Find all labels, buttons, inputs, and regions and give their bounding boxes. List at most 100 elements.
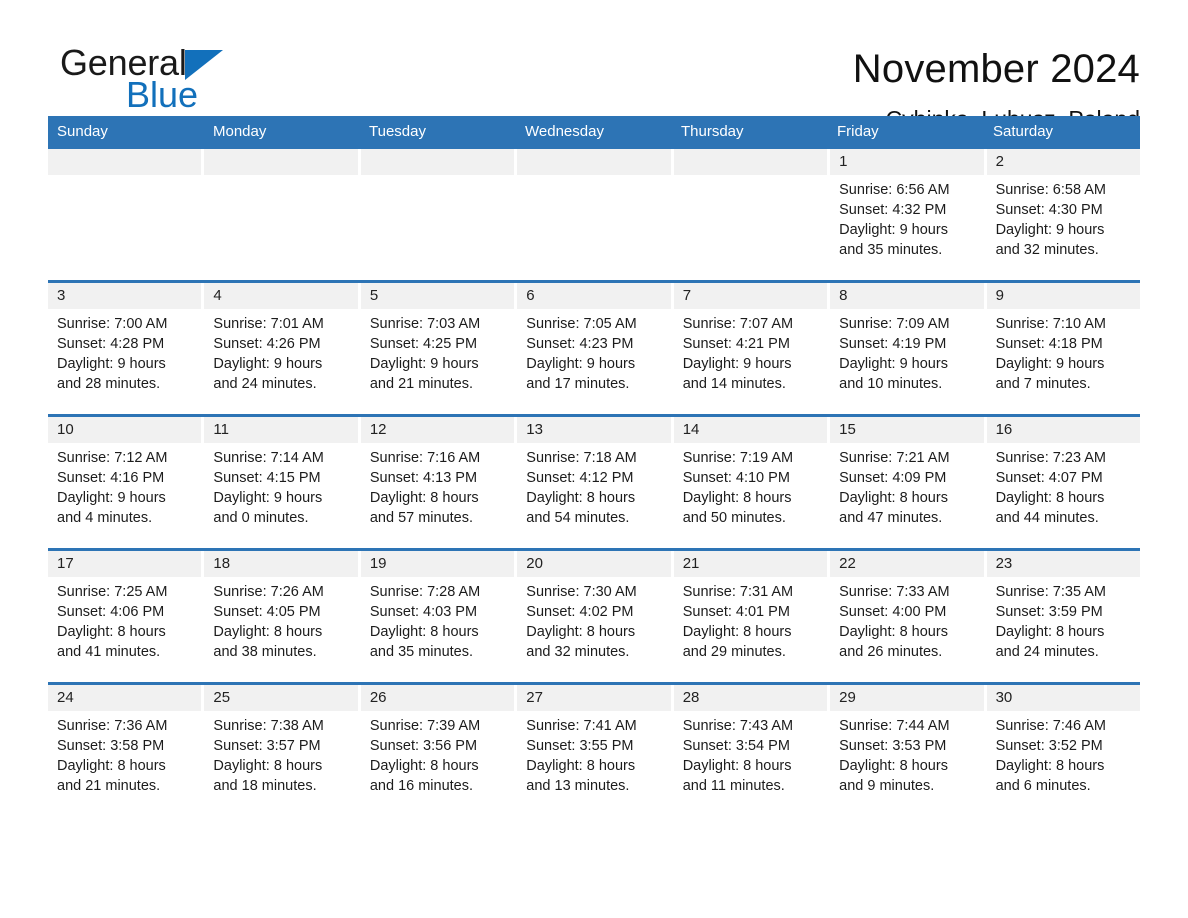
daylight-text: Daylight: 8 hours [369, 490, 479, 506]
calendar-day-cell[interactable]: 6 Sunrise: 7:05 AM Sunset: 4:23 PM Daylight… [517, 283, 671, 414]
daylight-text: Daylight: 8 hours [526, 624, 636, 640]
daylight-text: Daylight: 8 hours [995, 624, 1105, 640]
sunset-text: Sunset: 3:59 PM [995, 604, 1103, 620]
calendar-day-cell[interactable]: 2 Sunrise: 6:58 AM Sunset: 4:30 PM Daylight… [986, 149, 1140, 280]
calendar-day-cell[interactable]: 18 Sunrise: 7:26 AM Sunset: 4:05 PM Dayligh… [204, 551, 358, 682]
calendar-day-cell[interactable]: 7 Sunrise: 7:07 AM Sunset: 4:21 PM Daylight… [673, 283, 828, 414]
general-blue-logo[interactable]: General Blue [48, 44, 298, 114]
daylight-text: Daylight: 9 hours [57, 356, 166, 372]
calendar-day-cell[interactable]: 16 Sunrise: 7:23 AM Sunset: 4:07 PM Dayligh… [986, 417, 1140, 548]
daylight-text: Daylight: 8 hours [213, 758, 323, 774]
calendar-day-cell[interactable]: 24 Sunrise: 7:36 AM Sunset: 3:58 PM Dayligh… [48, 685, 202, 816]
daylight-text-cont: and 24 minutes. [995, 644, 1099, 660]
day-number-band: 8 [830, 283, 984, 309]
calendar-day-cell[interactable]: 4 Sunrise: 7:01 AM Sunset: 4:26 PM Daylight… [204, 283, 358, 414]
calendar-day-cell[interactable]: 23 Sunrise: 7:35 AM Sunset: 3:59 PM Dayligh… [986, 551, 1140, 682]
daylight-text-cont: and 7 minutes. [995, 376, 1091, 392]
calendar-day-cell[interactable]: 30 Sunrise: 7:46 AM Sunset: 3:52 PM Dayligh… [986, 685, 1140, 816]
daylight-text: Daylight: 8 hours [682, 490, 792, 506]
day-number: 11 [213, 421, 229, 438]
day-number-band: 25 [204, 685, 358, 711]
sunset-text: Sunset: 4:16 PM [57, 470, 165, 486]
day-details: Sunrise: 7:12 AM Sunset: 4:16 PM Daylight:… [48, 443, 201, 528]
sunset-text: Sunset: 4:02 PM [526, 604, 634, 620]
calendar-day-cell[interactable]: 25 Sunrise: 7:38 AM Sunset: 3:57 PM Dayligh… [204, 685, 358, 816]
daylight-text: Daylight: 9 hours [369, 356, 479, 372]
sunset-text: Sunset: 3:55 PM [526, 738, 634, 754]
daylight-text-cont: and 35 minutes. [839, 242, 943, 258]
calendar-day-cell[interactable]: 12 Sunrise: 7:16 AM Sunset: 4:13 PM Dayligh… [360, 417, 515, 548]
daylight-text-cont: and 50 minutes. [682, 510, 786, 526]
daylight-text-cont: and 21 minutes. [369, 376, 474, 392]
sunrise-text: Sunrise: 7:14 AM [213, 450, 324, 466]
calendar-day-cell[interactable]: 29 Sunrise: 7:44 AM Sunset: 3:53 PM Dayligh… [830, 685, 984, 816]
day-number: 24 [57, 689, 74, 706]
daylight-text: Daylight: 8 hours [57, 624, 166, 640]
calendar-day-cell[interactable]: 20 Sunrise: 7:30 AM Sunset: 4:02 PM Dayligh… [517, 551, 671, 682]
calendar-day-cell[interactable]: 21 Sunrise: 7:31 AM Sunset: 4:01 PM Dayligh… [673, 551, 828, 682]
daylight-text-cont: and 11 minutes. [682, 778, 785, 794]
sunrise-text: Sunrise: 7:35 AM [995, 584, 1106, 600]
sunrise-text: Sunrise: 7:18 AM [526, 450, 637, 466]
sunrise-text: Sunrise: 7:28 AM [369, 584, 481, 600]
daylight-text: Daylight: 9 hours [995, 222, 1105, 238]
daylight-text-cont: and 29 minutes. [682, 644, 786, 660]
calendar-day-cell[interactable]: 10 Sunrise: 7:12 AM Sunset: 4:16 PM Dayligh… [48, 417, 202, 548]
calendar-day-cell[interactable]: 19 Sunrise: 7:28 AM Sunset: 4:03 PM Dayligh… [360, 551, 515, 682]
sunset-text: Sunset: 3:56 PM [369, 738, 478, 754]
sunrise-text: Sunrise: 7:16 AM [369, 450, 481, 466]
calendar-day-cell[interactable]: 1 Sunrise: 6:56 AM Sunset: 4:32 PM Daylight… [830, 149, 984, 280]
day-number-band: 13 [517, 417, 671, 443]
calendar-day-cell[interactable]: 5 Sunrise: 7:03 AM Sunset: 4:25 PM Daylight… [360, 283, 515, 414]
calendar-day-cell[interactable]: 3 Sunrise: 7:00 AM Sunset: 4:28 PM Daylight… [48, 283, 202, 414]
sunrise-text: Sunrise: 7:10 AM [995, 316, 1106, 332]
weekday-header-row: Sunday Monday Tuesday Wednesday Thursday… [48, 116, 1140, 149]
day-details: Sunrise: 7:46 AM Sunset: 3:52 PM Daylight:… [987, 711, 1140, 796]
day-details: Sunrise: 7:43 AM Sunset: 3:54 PM Daylight:… [674, 711, 827, 796]
sunset-text: Sunset: 4:15 PM [213, 470, 321, 486]
daylight-text-cont: and 4 minutes. [57, 510, 153, 526]
calendar-day-cell[interactable]: 11 Sunrise: 7:14 AM Sunset: 4:15 PM Dayligh… [204, 417, 358, 548]
day-details: Sunrise: 7:23 AM Sunset: 4:07 PM Daylight:… [987, 443, 1140, 528]
daylight-text-cont: and 32 minutes. [995, 242, 1099, 258]
day-number-band: 2 [986, 149, 1140, 175]
calendar-day-cell[interactable]: 9 Sunrise: 7:10 AM Sunset: 4:18 PM Daylight… [986, 283, 1140, 414]
day-number-band: 21 [673, 551, 828, 577]
day-number: 8 [839, 287, 848, 304]
sunrise-text: Sunrise: 7:38 AM [213, 718, 324, 734]
daylight-text: Daylight: 9 hours [213, 356, 323, 372]
daylight-text: Daylight: 8 hours [526, 490, 636, 506]
calendar-day-cell[interactable]: 8 Sunrise: 7:09 AM Sunset: 4:19 PM Daylight… [830, 283, 984, 414]
day-number-band [673, 149, 828, 175]
day-details: Sunrise: 7:30 AM Sunset: 4:02 PM Daylight:… [517, 577, 670, 662]
calendar-day-cell[interactable]: 15 Sunrise: 7:21 AM Sunset: 4:09 PM Dayligh… [830, 417, 984, 548]
sunset-text: Sunset: 4:12 PM [526, 470, 634, 486]
calendar-day-cell[interactable]: 13 Sunrise: 7:18 AM Sunset: 4:12 PM Dayligh… [517, 417, 671, 548]
sunset-text: Sunset: 4:09 PM [839, 470, 947, 486]
calendar-day-cell[interactable]: 17 Sunrise: 7:25 AM Sunset: 4:06 PM Dayligh… [48, 551, 202, 682]
sunset-text: Sunset: 3:57 PM [213, 738, 321, 754]
daylight-text-cont: and 54 minutes. [526, 510, 630, 526]
daylight-text-cont: and 21 minutes. [57, 778, 161, 794]
calendar-day-cell[interactable]: 28 Sunrise: 7:43 AM Sunset: 3:54 PM Dayligh… [673, 685, 828, 816]
day-details: Sunrise: 7:28 AM Sunset: 4:03 PM Daylight:… [361, 577, 514, 662]
calendar-week-row: 1 Sunrise: 6:56 AM Sunset: 4:32 PM Daylight… [48, 149, 1140, 280]
day-number: 26 [369, 689, 387, 706]
sunrise-text: Sunrise: 7:26 AM [213, 584, 324, 600]
sunset-text: Sunset: 4:19 PM [839, 336, 947, 352]
calendar-week-row: 17 Sunrise: 7:25 AM Sunset: 4:06 PM Dayligh… [48, 548, 1140, 682]
calendar-day-cell[interactable]: 26 Sunrise: 7:39 AM Sunset: 3:56 PM Dayligh… [360, 685, 515, 816]
sunrise-text: Sunrise: 7:36 AM [57, 718, 168, 734]
sunrise-text: Sunrise: 7:23 AM [995, 450, 1106, 466]
weekday-header-friday: Friday [828, 116, 984, 149]
sunrise-text: Sunrise: 7:07 AM [682, 316, 794, 332]
day-number-band: 18 [204, 551, 358, 577]
day-number: 14 [682, 421, 700, 438]
sunrise-text: Sunrise: 6:58 AM [995, 182, 1106, 198]
calendar-day-cell[interactable]: 27 Sunrise: 7:41 AM Sunset: 3:55 PM Dayligh… [517, 685, 671, 816]
day-number-band [360, 149, 515, 175]
calendar-day-cell[interactable]: 22 Sunrise: 7:33 AM Sunset: 4:00 PM Dayligh… [830, 551, 984, 682]
daylight-text-cont: and 35 minutes. [369, 644, 474, 660]
calendar-day-cell[interactable]: 14 Sunrise: 7:19 AM Sunset: 4:10 PM Dayligh… [673, 417, 828, 548]
day-number-band: 15 [830, 417, 984, 443]
